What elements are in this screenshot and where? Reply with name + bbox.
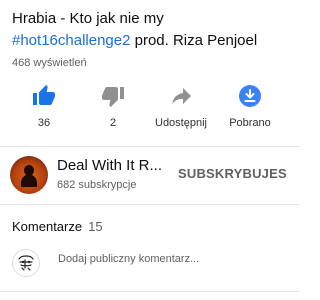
- channel-avatar[interactable]: [10, 156, 48, 194]
- like-count: 36: [37, 117, 51, 129]
- thumbs-down-icon: [102, 87, 124, 107]
- action-bar: 36 2 Udostępnij Pobrano: [0, 84, 300, 136]
- download-label: Pobrano: [229, 117, 271, 129]
- divider: [0, 204, 300, 205]
- thumbs-up-icon: [33, 85, 55, 105]
- video-title-suffix: prod. Riza Penjoel: [130, 32, 258, 49]
- video-title: Hrabia - Kto jak nie my #hot16challenge2…: [12, 8, 296, 52]
- dislike-count: 2: [109, 117, 117, 129]
- share-button[interactable]: Udostępnij: [146, 84, 216, 129]
- channel-avatar-image: [21, 165, 37, 187]
- add-comment-row[interactable]: [0, 240, 300, 284]
- channel-row[interactable]: Deal With It R... 682 subskrypcje SUBSKR…: [0, 146, 300, 204]
- download-complete-icon: [239, 85, 261, 107]
- user-avatar-image: [18, 255, 34, 271]
- channel-name[interactable]: Deal With It R...: [57, 157, 162, 174]
- download-button[interactable]: Pobrano: [215, 84, 285, 129]
- hashtag-link[interactable]: #hot16challenge2: [12, 32, 130, 49]
- share-label: Udostępnij: [155, 117, 207, 129]
- video-title-block: Hrabia - Kto jak nie my #hot16challenge2…: [12, 8, 296, 52]
- user-avatar: [12, 249, 40, 277]
- video-title-text: Hrabia - Kto jak nie my: [12, 10, 164, 27]
- divider: [0, 291, 300, 292]
- view-count: 468 wyświetleń: [12, 57, 87, 69]
- dislike-button[interactable]: 2: [78, 84, 148, 129]
- comment-input[interactable]: [58, 253, 288, 265]
- like-button[interactable]: 36: [9, 84, 79, 129]
- comments-count: 15: [88, 219, 103, 234]
- subscriber-count: 682 subskrypcje: [57, 179, 137, 191]
- share-arrow-icon: [172, 88, 191, 104]
- subscribe-button[interactable]: SUBSKRYBUJES: [178, 166, 287, 181]
- comments-label: Komentarze: [12, 219, 83, 234]
- comments-header[interactable]: Komentarze 15: [12, 219, 103, 234]
